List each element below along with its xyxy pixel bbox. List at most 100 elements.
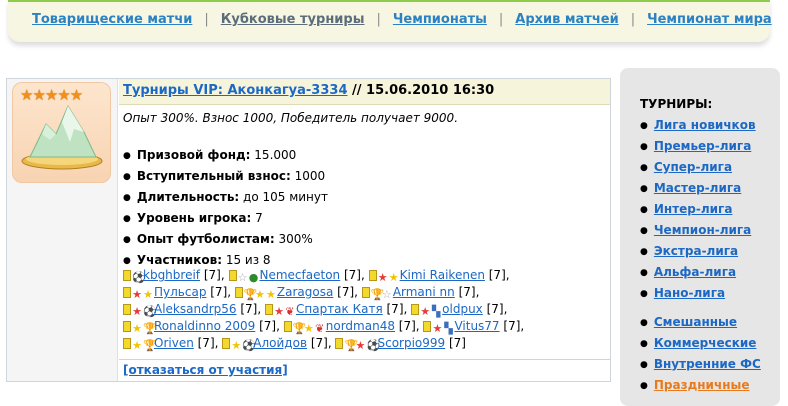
participant-link[interactable]: Kimi Raikenen: [400, 268, 485, 282]
participant-level: [7],: [340, 268, 365, 282]
participant-link[interactable]: kbghbreif: [143, 268, 200, 282]
sidebar-item: Праздничные: [640, 377, 761, 398]
tournament-card: ★★★★★ Турниры VIP: Аконкагуа-3334 // 15.…: [6, 78, 611, 382]
tournament-link[interactable]: Турниры VIP: Аконкагуа-3334: [123, 83, 348, 98]
participant-level: [7],: [193, 336, 219, 350]
participant-level: [7],: [394, 319, 420, 333]
withdraw-row: [отказаться от участия]: [119, 359, 610, 381]
sidebar-link[interactable]: Внутренние ФС: [654, 357, 761, 371]
info-label: Участников:: [136, 253, 222, 267]
sidebar-link[interactable]: Нано-лига: [654, 286, 725, 300]
nav-link-1[interactable]: Товарищеские матчи: [32, 12, 192, 27]
trophy-cup-icon: 🏆: [344, 339, 359, 352]
participant-level: [7],: [333, 285, 358, 299]
participant-level: [7],: [255, 319, 280, 333]
info-value: 1000: [290, 169, 326, 183]
sidebar-item: Коммерческие: [640, 335, 761, 356]
gold-star-icon: ★: [254, 288, 265, 301]
participant-link[interactable]: Aleksandrp56: [154, 302, 237, 316]
tournament-title: Турниры VIP: Аконкагуа-3334 // 15.06.201…: [119, 79, 610, 105]
soccer-ball-icon: ⚽: [132, 271, 146, 284]
sidebar-link[interactable]: Чемпион-лига: [654, 223, 751, 237]
participant-link[interactable]: Armani nn: [393, 285, 455, 299]
red-star-icon: ★: [420, 305, 431, 318]
nav-link-3[interactable]: Чемпионаты: [393, 12, 487, 27]
participant: ★❦Спартак Катя [7],: [265, 302, 408, 318]
withdraw-link[interactable]: [отказаться от участия]: [123, 363, 288, 377]
sidebar-item: Чемпион-лига: [640, 222, 756, 243]
sidebar-item: Премьер-лига: [640, 138, 756, 159]
wing-icon: ❦: [315, 322, 325, 335]
participant: ★⚽Алойдов [7],: [222, 336, 332, 352]
sidebar-heading: ТУРНИРЫ:: [640, 97, 713, 111]
info-value: до 105 минут: [239, 190, 328, 204]
participant-link[interactable]: Scorpio999: [377, 336, 445, 350]
sidebar-link[interactable]: Коммерческие: [654, 336, 757, 350]
tournament-description: Опыт 300%. Взнос 1000, Победитель получа…: [123, 111, 459, 125]
info-value: 300%: [274, 232, 313, 246]
participant-level: [7],: [499, 319, 525, 333]
participants-list: ⚽kbghbreif [7], ☆●Nemecfaeton [7], ★★Kim…: [123, 267, 608, 352]
red-star-icon: ★: [355, 339, 366, 352]
sidebar-item: Смешанные: [640, 314, 761, 335]
participant: ★ ▚ Vitus77 [7],: [423, 319, 525, 335]
info-item: Уровень игрока: 7: [123, 210, 328, 231]
red-star-icon: ★: [132, 288, 142, 301]
participant-link[interactable]: Nemecfaeton: [260, 268, 341, 282]
participant: ⚽kbghbreif [7],: [123, 268, 225, 284]
sidebar-link[interactable]: Экстра-лига: [654, 244, 738, 258]
participant-link[interactable]: Vitus77: [454, 319, 499, 333]
sidebar-item: Альфа-лига: [640, 264, 756, 285]
participant-link[interactable]: Пульсар: [154, 285, 206, 299]
yellow-card-icon: [423, 321, 432, 332]
sidebar-link[interactable]: Праздничные: [654, 378, 750, 392]
participant: ★ ▚ oldpux [7],: [411, 302, 508, 318]
participant-link[interactable]: nordman48: [326, 319, 395, 333]
sidebar-link[interactable]: Смешанные: [654, 315, 737, 329]
trophy-cup-icon: 🏆: [292, 322, 307, 335]
nav-separator: |: [376, 12, 381, 27]
sidebar-link[interactable]: Интер-лига: [654, 202, 733, 216]
sidebar-item: Мастер-лига: [640, 180, 756, 201]
participant-link[interactable]: Спартак Катя: [296, 302, 383, 316]
participant-link[interactable]: Oriven: [154, 336, 194, 350]
trophy-cup-icon: 🏆: [370, 288, 385, 301]
gold-star-icon: ★: [132, 339, 142, 352]
globe-icon: ●: [248, 271, 259, 284]
sidebar-special-list: Смешанные Коммерческие Внутренние ФС Праздн…: [640, 314, 761, 398]
tournament-icon-cell: ★★★★★: [7, 79, 118, 381]
yellow-card-icon: [234, 287, 243, 298]
participant-link[interactable]: Алойдов: [253, 336, 307, 350]
nav-link-4[interactable]: Архив матчей: [515, 12, 618, 27]
sidebar-link[interactable]: Альфа-лига: [654, 265, 736, 279]
nav-link-5[interactable]: Чемпионат мира: [647, 12, 772, 27]
participant: ★★Пульсар [7],: [123, 285, 231, 301]
participant-link[interactable]: Ronaldinno 2009: [154, 319, 255, 333]
participant: ★★Kimi Raikenen [7],: [368, 268, 510, 284]
wing-icon: ❦: [285, 305, 295, 318]
sidebar-link[interactable]: Мастер-лига: [654, 181, 741, 195]
participant-level: [7],: [482, 302, 508, 316]
sidebar-league-list: Лига новичков Премьер-лига Супер-лига Масте…: [640, 117, 756, 306]
participant-level: [7],: [382, 302, 408, 316]
yellow-card-icon: [123, 304, 131, 315]
sidebar-link[interactable]: Премьер-лига: [654, 139, 751, 153]
sidebar-item: Нано-лига: [640, 285, 756, 306]
nav-link-2[interactable]: Кубковые турниры: [221, 12, 365, 27]
red-star-icon: ★: [377, 271, 388, 284]
participant-link[interactable]: oldpux: [442, 302, 483, 316]
yellow-card-icon: [283, 321, 292, 332]
gold-star-icon: ★: [388, 271, 399, 284]
nav-links: Товарищеские матчи | Кубковые турниры | Чемп…: [32, 12, 772, 27]
trophy-cup-icon: 🏆: [143, 322, 157, 335]
participant: ★🏆Oriven [7],: [123, 336, 219, 352]
yellow-card-icon: [411, 304, 420, 315]
sidebar-item: Экстра-лига: [640, 243, 756, 264]
yellow-card-icon: [265, 304, 273, 315]
sidebar-link[interactable]: Супер-лига: [654, 160, 732, 174]
participant-link[interactable]: Zaragosa: [277, 285, 333, 299]
sidebar-link[interactable]: Лига новичков: [654, 118, 756, 132]
gold-star-icon: ★: [303, 322, 314, 335]
flag-icon: ▚: [444, 322, 453, 335]
info-item: Длительность: до 105 минут: [123, 189, 328, 210]
